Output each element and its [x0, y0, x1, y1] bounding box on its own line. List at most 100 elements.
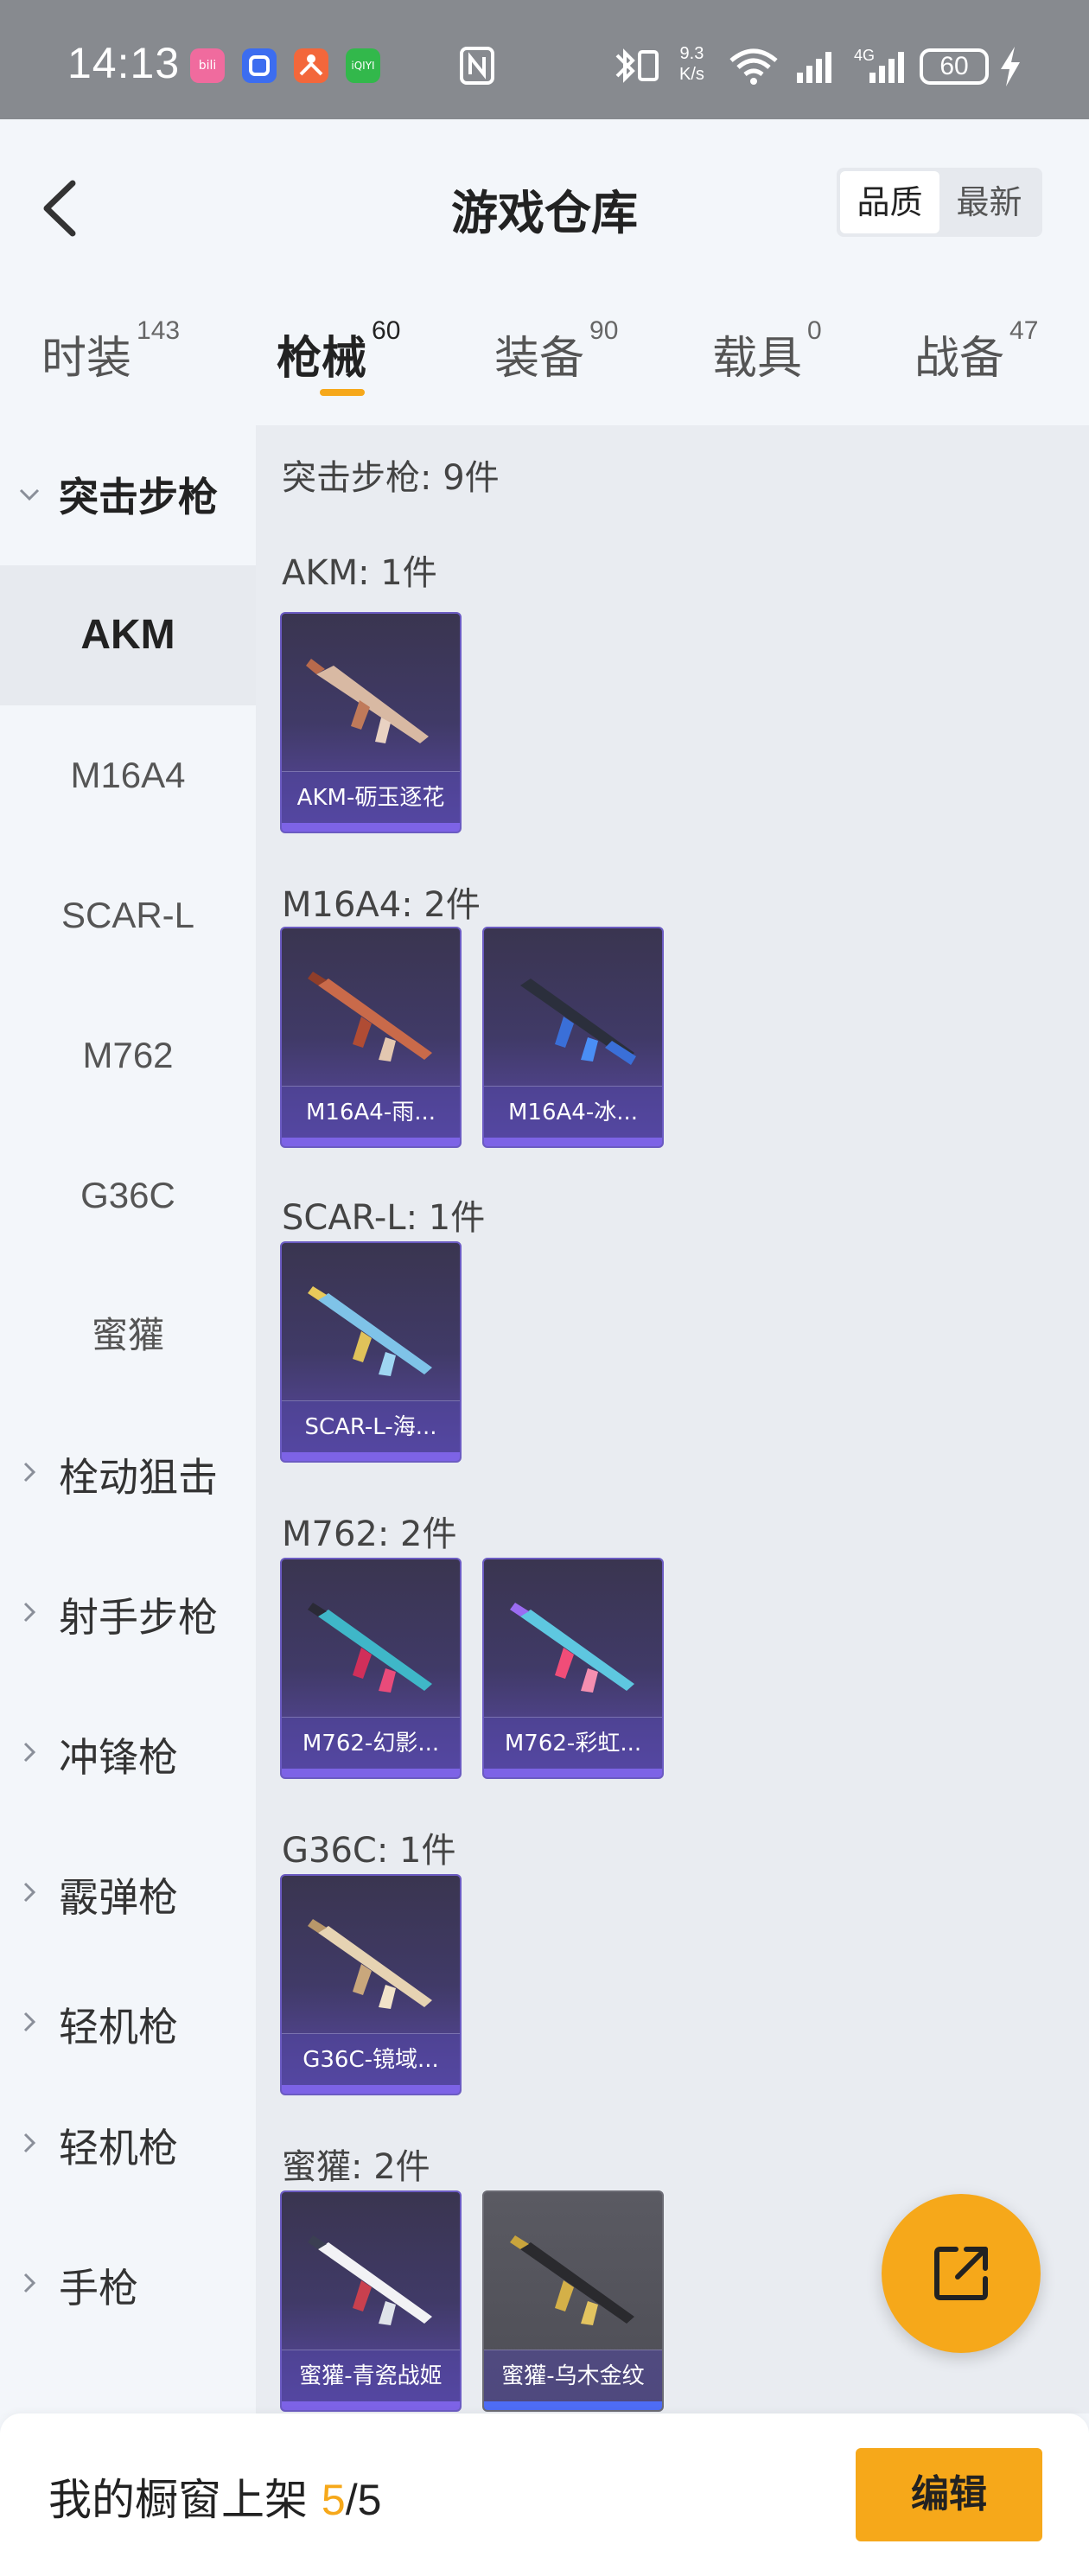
section-label-g36c: G36C: 1件: [282, 1831, 456, 1871]
skin-card[interactable]: G36C-镜域...: [280, 1874, 462, 2095]
tab-equipment[interactable]: 装备90: [494, 316, 618, 386]
section-label-m16a4: M16A4: 2件: [282, 885, 481, 925]
sidebar-group-label: 霰弹枪: [59, 1874, 178, 1921]
tab-vehicles[interactable]: 载具0: [712, 316, 822, 386]
tab-label: 装备: [494, 333, 585, 385]
tab-label: 载具: [712, 333, 803, 385]
sort-latest-option[interactable]: 最新: [939, 171, 1039, 233]
sidebar-group-label: 射手步枪: [59, 1594, 218, 1641]
rarity-bar: [484, 1138, 662, 1146]
sidebar-group-pistol[interactable]: 手枪: [0, 2216, 256, 2355]
sidebar-item-scar-l[interactable]: SCAR-L: [0, 845, 256, 985]
tab-supplies[interactable]: 战备47: [914, 316, 1038, 386]
sidebar-group-label: 手枪: [59, 2265, 138, 2311]
showcase-status: 我的橱窗上架 5/5: [48, 2465, 381, 2528]
skin-card[interactable]: M16A4-雨...: [280, 927, 462, 1148]
sidebar-group-smg[interactable]: 冲锋枪: [0, 1686, 256, 1824]
chevron-right-icon: [0, 2271, 59, 2301]
skin-name: M16A4-冰...: [484, 1086, 662, 1138]
tab-label: 时装: [41, 333, 132, 385]
active-tab-indicator: [320, 389, 365, 396]
wifi-icon: [728, 43, 780, 88]
skin-card[interactable]: 蜜獾-乌木金纹: [482, 2190, 664, 2412]
sidebar-group-assault-rifles[interactable]: 突击步枪: [0, 425, 256, 564]
rifle-icon: [308, 1286, 432, 1376]
sidebar-group-marksman[interactable]: 射手步枪: [0, 1546, 256, 1684]
rarity-bar: [484, 1769, 662, 1777]
sidebar-item-honey-badger[interactable]: 蜜獾: [0, 1266, 256, 1406]
sort-toggle: 品质 最新: [837, 168, 1042, 237]
chevron-down-icon: [0, 480, 59, 510]
sidebar-group-label: 突击步枪: [59, 474, 218, 520]
header: 游戏仓库 品质 最新: [0, 119, 1089, 284]
rifle-icon: [510, 2235, 634, 2325]
bluetooth-icon: [610, 43, 662, 88]
sidebar-group-lmg-2[interactable]: 轻机枪: [0, 2076, 256, 2215]
showcase-separator: /: [345, 2476, 358, 2524]
skin-card[interactable]: M16A4-冰...: [482, 927, 664, 1148]
skin-name: G36C-镜域...: [282, 2033, 460, 2085]
skin-card[interactable]: M762-幻影...: [280, 1558, 462, 1779]
battery-indicator: 60: [920, 48, 989, 85]
share-fab[interactable]: [882, 2194, 1041, 2353]
rifle-icon: [520, 979, 636, 1065]
sidebar-item-g36c[interactable]: G36C: [0, 1125, 256, 1266]
category-summary: 突击步枪: 9件: [282, 458, 500, 498]
rifle-icon: [306, 659, 429, 743]
skin-name: AKM-砺玉逐花: [282, 771, 460, 823]
category-tabs: 时装143 枪械60 装备90 载具0 战备47: [0, 303, 1089, 424]
sort-quality-option[interactable]: 品质: [840, 171, 939, 233]
rarity-bar: [282, 2085, 460, 2094]
net-speed-value: 9.3: [679, 44, 704, 63]
weapon-list: 突击步枪: 9件 AKM: 1件 AKM-砺玉逐花 M16A4: 2件 M16A…: [256, 425, 1089, 2413]
chevron-right-icon: [0, 1460, 59, 1490]
skin-card[interactable]: 蜜獾-青瓷战姬: [280, 2190, 462, 2412]
rifle-icon: [308, 972, 432, 1062]
rifle-icon: [308, 2235, 432, 2325]
showcase-count: 5: [321, 2476, 346, 2524]
sidebar: 突击步枪 AKM M16A4 SCAR-L M762 G36C 蜜獾 栓动狙击 …: [0, 425, 256, 2413]
sidebar-item-m16a4[interactable]: M16A4: [0, 705, 256, 845]
share-icon: [934, 2247, 988, 2300]
section-label-m762: M762: 2件: [282, 1514, 457, 1554]
rifle-icon: [308, 1919, 432, 2009]
chevron-right-icon: [0, 2131, 59, 2161]
skin-card[interactable]: AKM-砺玉逐花: [280, 612, 462, 833]
chevron-right-icon: [0, 1600, 59, 1630]
sidebar-group-label: 栓动狙击: [59, 1454, 218, 1501]
sidebar-group-lmg[interactable]: 轻机枪: [0, 1955, 256, 2094]
sidebar-group-label: 冲锋枪: [59, 1734, 178, 1781]
signal-icon: [793, 43, 842, 88]
bottom-bar: 我的橱窗上架 5/5 编辑: [0, 2413, 1089, 2576]
rarity-bar: [282, 823, 460, 832]
sidebar-group-shotgun[interactable]: 霰弹枪: [0, 1826, 256, 1964]
tab-count: 47: [1009, 316, 1039, 345]
tab-count: 0: [807, 316, 822, 345]
edit-button[interactable]: 编辑: [856, 2448, 1042, 2541]
chevron-right-icon: [0, 1880, 59, 1910]
skin-name: M762-彩虹...: [484, 1717, 662, 1769]
sidebar-item-akm[interactable]: AKM: [0, 565, 256, 705]
svg-text:4G: 4G: [854, 47, 875, 64]
sidebar-item-m762[interactable]: M762: [0, 985, 256, 1125]
rifle-icon: [510, 1603, 634, 1693]
sidebar-group-bolt-action[interactable]: 栓动狙击: [0, 1406, 256, 1544]
rarity-bar: [282, 2401, 460, 2410]
skin-name: 蜜獾-青瓷战姬: [282, 2350, 460, 2401]
signal-4g-icon: 4G: [854, 43, 911, 88]
showcase-label: 我的橱窗上架: [48, 2475, 308, 2525]
skin-card[interactable]: SCAR-L-海...: [280, 1241, 462, 1463]
bilibili-app-icon: bili: [190, 48, 225, 83]
skin-name: M16A4-雨...: [282, 1086, 460, 1138]
tab-fashion[interactable]: 时装143: [41, 316, 180, 386]
tab-firearms[interactable]: 枪械60: [277, 316, 400, 386]
skin-card[interactable]: M762-彩虹...: [482, 1558, 664, 1779]
iqiyi-app-icon: iQIYI: [346, 48, 380, 83]
blue-app-icon: [242, 48, 277, 83]
rarity-bar: [484, 2401, 662, 2410]
skin-name: SCAR-L-海...: [282, 1400, 460, 1452]
section-label-scar-l: SCAR-L: 1件: [282, 1198, 486, 1238]
tab-label: 枪械: [277, 333, 367, 385]
chevron-right-icon: [0, 2010, 59, 2040]
tab-count: 143: [137, 316, 181, 345]
